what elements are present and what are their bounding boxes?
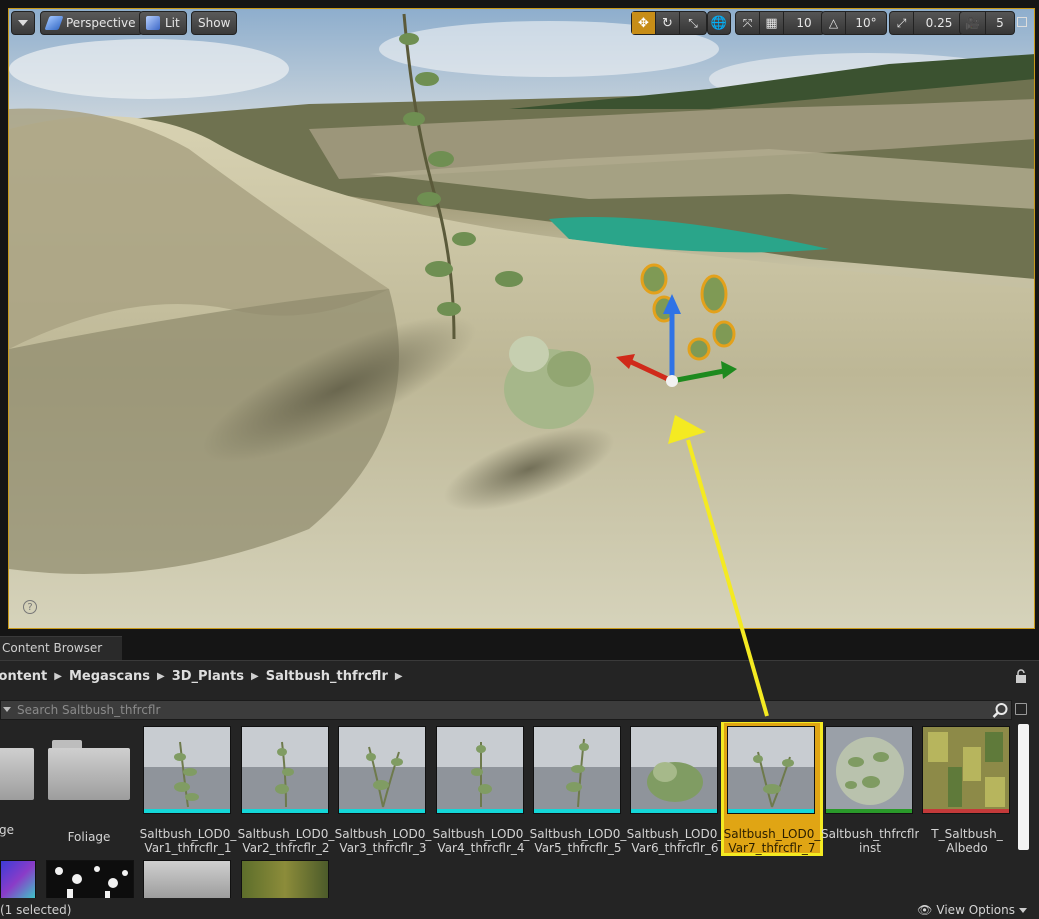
angle-icon: △ <box>828 16 839 30</box>
asset-thumbnail <box>922 726 1010 814</box>
search-input[interactable] <box>17 702 987 718</box>
asset-thumbnail <box>727 726 815 814</box>
maximize-viewport-icon[interactable] <box>1017 17 1027 27</box>
scale-tool[interactable]: ⤡ <box>680 12 706 34</box>
asset-thumbnail <box>143 726 231 814</box>
texture-thumbnail[interactable] <box>0 860 36 898</box>
texture-thumbnail[interactable] <box>143 860 231 898</box>
coordinate-space-group: 🌐 <box>707 11 731 35</box>
asset-label: Saltbush_LOD0_ Var4_thfrcflr_4 <box>432 827 530 855</box>
surface-snap-icon: ⤧ <box>742 15 753 30</box>
breadcrumb-3d-plants[interactable]: 3D_Plants <box>165 669 251 684</box>
world-space-toggle[interactable]: 🌐 <box>708 12 730 34</box>
grid-snap-toggle[interactable]: ▦ <box>760 12 784 34</box>
asset-label: Saltbush_LOD0_ Var5_thfrcflr_5 <box>529 827 627 855</box>
lit-button[interactable]: Lit <box>139 11 187 35</box>
breadcrumb-megascans[interactable]: Megascans <box>62 669 157 684</box>
surface-snap-toggle[interactable]: ⤧ <box>736 12 760 34</box>
content-browser-tab[interactable]: Content Browser <box>0 636 122 660</box>
rotate-icon: ↻ <box>662 15 673 31</box>
level-viewport[interactable]: Perspective Lit Show ✥ ↻ ⤡ 🌐 ⤧ ▦ 10 △ 10… <box>8 8 1035 629</box>
asset-thumbnail <box>825 726 913 814</box>
camera-speed-value[interactable]: 5 <box>986 12 1014 34</box>
show-label: Show <box>198 16 231 30</box>
asset-label: Saltbush_LOD0_ Var6_thfrcflr_6 <box>626 827 724 855</box>
viewport-options-dropdown[interactable] <box>11 11 35 35</box>
asset-label: Saltbush_LOD0_ Var3_thfrcflr_3 <box>334 827 432 855</box>
chevron-right-icon: ▶ <box>156 670 165 682</box>
rotation-snap-value[interactable]: 10° <box>846 12 886 34</box>
rotation-snap-toggle[interactable]: △ <box>822 12 846 34</box>
scale-snap-value[interactable]: 0.25 <box>914 12 964 34</box>
rotate-tool[interactable]: ↻ <box>656 12 680 34</box>
folder-icon <box>48 740 130 800</box>
asset-thumbnail <box>338 726 426 814</box>
rotation-snap-group: △ 10° <box>821 11 887 35</box>
camera-speed-group: 🎥 5 <box>959 11 1015 35</box>
chevron-right-icon: ▶ <box>394 670 403 682</box>
selection-count: (1 selected) <box>0 903 72 917</box>
texture-thumbnail[interactable] <box>46 860 134 898</box>
scale-icon: ⤡ <box>688 15 698 30</box>
translate-tool[interactable]: ✥ <box>632 12 656 34</box>
texture-thumbnail[interactable] <box>241 860 329 898</box>
camera-speed-button[interactable]: 🎥 <box>960 12 986 34</box>
perspective-button[interactable]: Perspective <box>40 11 143 35</box>
folder-label: Foliage <box>0 823 14 837</box>
asset-thumbnail <box>436 726 524 814</box>
asset-label: Saltbush_LOD0_ Var7_thfrcflr_7 <box>723 827 821 855</box>
folder-icon <box>0 740 34 800</box>
view-options-button[interactable]: 👁 View Options <box>917 903 1027 917</box>
globe-icon: 🌐 <box>710 15 728 31</box>
breadcrumb: Content ▶ Megascans ▶ 3D_Plants ▶ Saltbu… <box>0 662 403 690</box>
lit-cube-icon <box>146 16 160 30</box>
eye-icon: 👁 <box>917 903 933 917</box>
chevron-right-icon: ▶ <box>54 670 62 682</box>
asset-grid: Foliage Foliage Saltbush_LOD0_Var1_thfrc… <box>0 722 1020 898</box>
asset-label: Saltbush_thfrcflr_ inst <box>821 827 919 855</box>
lit-label: Lit <box>165 16 180 30</box>
scale-snap-toggle[interactable]: ⤢ <box>890 12 914 34</box>
grid-snap-group: ⤧ ▦ 10 <box>735 11 825 35</box>
search-icon[interactable] <box>992 702 1009 719</box>
view-options-label: View Options <box>936 903 1015 917</box>
scale-snap-group: ⤢ 0.25 <box>889 11 965 35</box>
save-search-icon[interactable] <box>1015 703 1027 715</box>
chevron-down-icon <box>18 20 28 26</box>
viewport-toolbar: Perspective Lit Show ✥ ↻ ⤡ 🌐 ⤧ ▦ 10 △ 10… <box>9 9 1034 39</box>
asset-thumbnail <box>630 726 718 814</box>
asset-label: Saltbush_LOD0_ Var2_thfrcflr_2 <box>237 827 335 855</box>
search-bar <box>0 700 1012 720</box>
status-bar <box>0 900 1039 919</box>
folder-label: Foliage <box>67 830 111 844</box>
perspective-label: Perspective <box>66 16 136 30</box>
viewport-scene <box>9 9 1034 628</box>
perspective-icon <box>44 16 64 30</box>
lock-icon[interactable] <box>1015 669 1027 683</box>
help-icon[interactable]: ? <box>23 600 37 614</box>
move-arrows-icon: ✥ <box>638 15 649 31</box>
grid-icon: ▦ <box>765 15 778 31</box>
filter-dropdown-icon[interactable] <box>3 707 11 712</box>
chevron-down-icon <box>1019 907 1027 913</box>
grid-snap-value[interactable]: 10 <box>784 12 824 34</box>
transform-tools: ✥ ↻ ⤡ <box>631 11 707 35</box>
show-button[interactable]: Show <box>191 11 238 35</box>
asset-label: Saltbush_LOD0_ Var1_thfrcflr_1 <box>139 827 237 855</box>
asset-thumbnail <box>241 726 329 814</box>
camera-icon: 🎥 <box>965 16 980 30</box>
chevron-right-icon: ▶ <box>251 670 259 682</box>
breadcrumb-content[interactable]: Content <box>0 669 54 684</box>
scale-snap-icon: ⤢ <box>896 15 907 30</box>
asset-thumbnail <box>533 726 621 814</box>
asset-scrollbar[interactable] <box>1018 724 1029 850</box>
asset-label: T_Saltbush_ Albedo <box>931 827 1003 855</box>
breadcrumb-saltbush[interactable]: Saltbush_thfrcflr <box>259 669 395 684</box>
